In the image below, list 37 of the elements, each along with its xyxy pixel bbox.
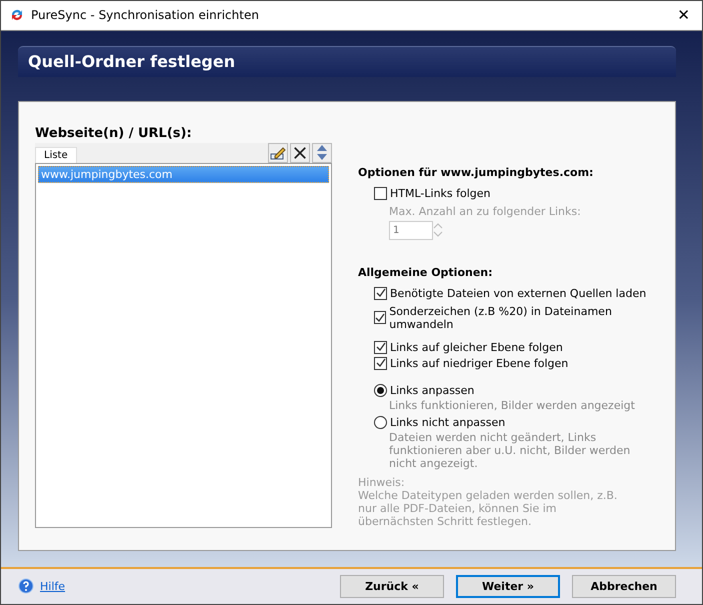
checkbox-label: Links auf niedriger Ebene folgen [390, 356, 568, 370]
delete-button[interactable] [290, 142, 310, 163]
help-icon [18, 578, 34, 594]
dialog-button[interactable]: Abbrechen [572, 574, 676, 598]
close-button[interactable]: ✕ [673, 6, 694, 24]
field-label: Max. Anzahl an zu folgender Links: [389, 204, 582, 218]
down-arrow-icon[interactable] [317, 154, 327, 160]
radio-button[interactable] [374, 384, 387, 397]
pencil-icon [270, 144, 286, 161]
checkbox-label: HTML-Links folgen [390, 186, 491, 200]
hint-text: Welche Dateitypen geladen werden sollen, z.B. nur alle PDF-Dateien, können Sie im übernächsten Schritt festlegen. [358, 488, 618, 528]
list-label: Webseite(n) / URL(s): [35, 126, 193, 141]
radio-button[interactable] [374, 416, 387, 429]
checkbox[interactable] [374, 356, 387, 370]
hint-title: Hinweis: [358, 476, 406, 489]
checkbox-label: Benötigte Dateien von externen Quellen laden [390, 286, 646, 300]
window-title: PureSync - Synchronisation einrichten [31, 8, 260, 22]
option-description: Links funktionieren, Bilder werden angezeigt [388, 398, 636, 412]
dialog-button[interactable]: Zurück « [340, 574, 444, 598]
section-heading: Allgemeine Optionen: [358, 266, 494, 279]
close-icon [293, 146, 307, 160]
tab[interactable]: Liste [35, 146, 77, 163]
dialog-button[interactable]: Weiter » [456, 574, 560, 598]
edit-button[interactable] [268, 142, 288, 163]
checkbox[interactable] [374, 311, 386, 324]
up-arrow-icon[interactable] [317, 145, 327, 152]
page-heading: Quell-Ordner festlegen [28, 52, 236, 72]
section-heading: Optionen für www.jumpingbytes.com: [358, 166, 594, 179]
checkbox[interactable] [374, 340, 387, 354]
radio-label: Links anpassen [390, 384, 474, 397]
checkbox-label: Sonderzeichen (z.B %20) in Dateinamen umwandeln [389, 304, 613, 331]
radio-label: Links nicht anpassen [390, 416, 506, 429]
checkbox[interactable] [374, 286, 387, 300]
checkbox-label: Links auf gleicher Ebene folgen [390, 340, 563, 354]
option-description: Dateien werden nicht geändert, Links funktionieren aber u.U. nicht, Bilder werden nicht angezeigt. [388, 430, 632, 470]
checkbox[interactable] [374, 186, 387, 200]
help-link[interactable]: Hilfe [40, 580, 66, 593]
